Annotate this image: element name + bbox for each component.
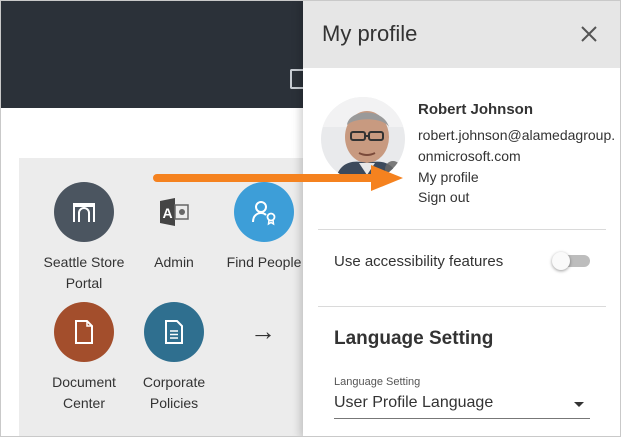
sign-out-link[interactable]: Sign out xyxy=(418,189,469,205)
accessibility-label: Use accessibility features xyxy=(334,253,504,270)
document-icon xyxy=(54,302,114,362)
person-badge-icon xyxy=(234,182,294,242)
chevron-down-icon xyxy=(574,402,584,407)
tile-label: Document Center xyxy=(52,374,116,411)
tile-label: Find People xyxy=(226,254,302,270)
user-name: Robert Johnson xyxy=(418,101,533,118)
divider xyxy=(318,306,606,307)
tile-corporate-policies[interactable]: Corporate Policies xyxy=(124,302,224,414)
archway-icon xyxy=(54,182,114,242)
my-profile-link[interactable]: My profile xyxy=(418,169,479,185)
language-selected-value: User Profile Language xyxy=(334,394,494,411)
document-lines-icon xyxy=(144,302,204,362)
tile-label: Seattle Store Portal xyxy=(43,254,125,291)
panel-title: My profile xyxy=(322,21,418,46)
tile-document-center[interactable]: Document Center xyxy=(34,302,134,414)
language-select[interactable]: User Profile Language xyxy=(334,391,590,419)
more-tiles-arrow[interactable]: → xyxy=(250,316,276,346)
tile-label: Corporate Policies xyxy=(142,374,206,411)
toggle-thumb xyxy=(552,252,570,270)
close-icon[interactable] xyxy=(578,23,600,45)
tile-label: Admin xyxy=(154,254,194,270)
tile-seattle-store-portal[interactable]: Seattle Store Portal xyxy=(34,182,134,294)
divider xyxy=(318,229,606,230)
tile-admin[interactable]: A Admin xyxy=(124,182,224,273)
language-field-label: Language Setting xyxy=(334,376,421,388)
profile-panel: My profile Robert Johnson robert.johnson… xyxy=(303,1,620,436)
tile-find-people[interactable]: Find People xyxy=(214,182,314,273)
avatar xyxy=(321,97,405,181)
svg-text:A: A xyxy=(163,205,173,221)
user-email: robert.johnson@alamedagroup.onmicrosoft.… xyxy=(418,127,616,164)
doc-icon-partial xyxy=(290,69,303,89)
panel-header: My profile xyxy=(303,1,620,68)
admin-access-icon: A xyxy=(144,182,204,242)
language-heading: Language Setting xyxy=(334,328,494,349)
app-top-bar xyxy=(1,1,303,108)
screenshot-frame: Seattle Store Portal A Admin Find People xyxy=(0,0,621,437)
accessibility-toggle[interactable] xyxy=(552,252,590,270)
